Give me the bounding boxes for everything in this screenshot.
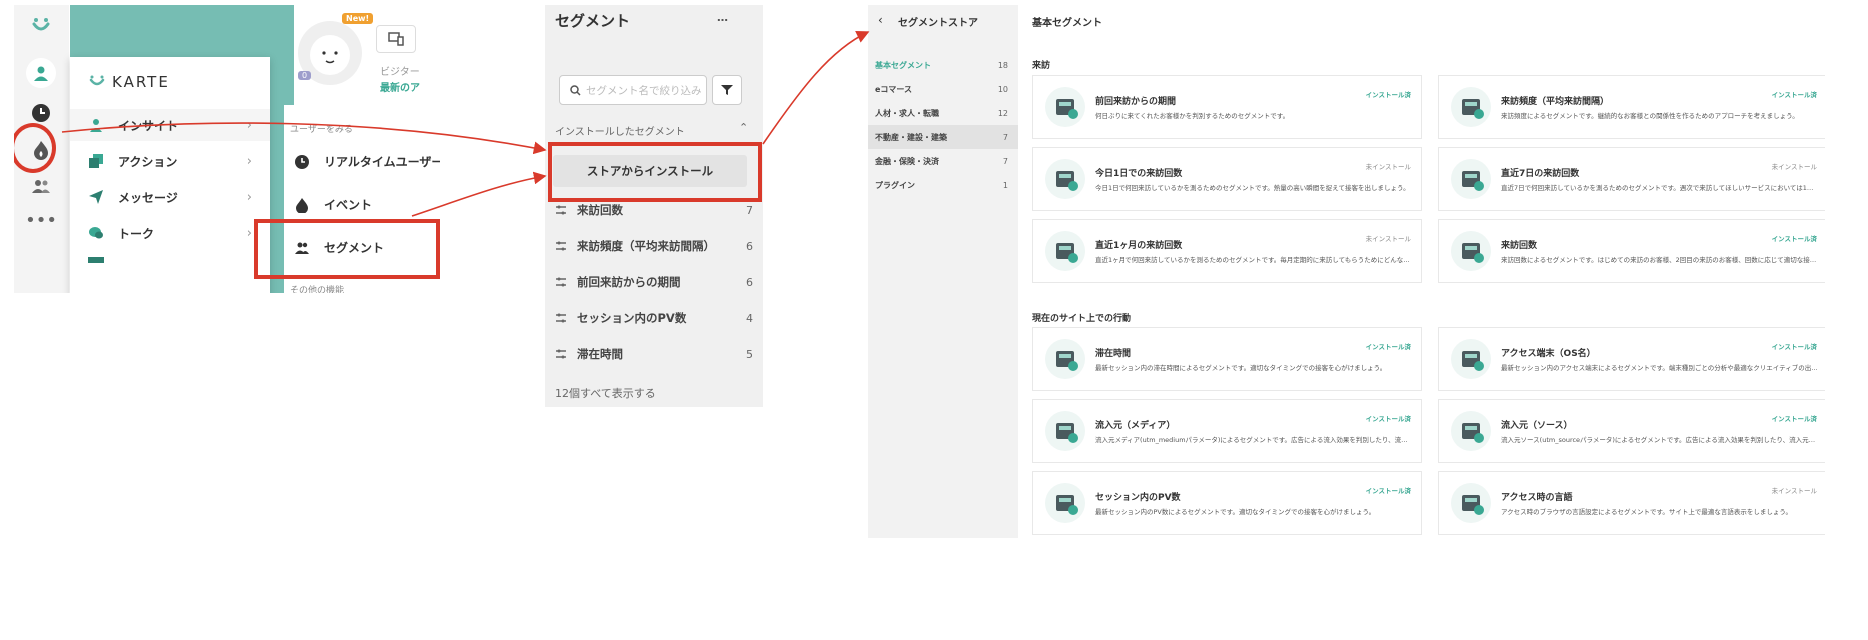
annotation-arrows: [61, 31, 870, 217]
arrow-to-segment-store: [762, 31, 870, 145]
arrow-segment-to-store: [411, 171, 547, 217]
arrow-to-store-button: [61, 122, 547, 155]
